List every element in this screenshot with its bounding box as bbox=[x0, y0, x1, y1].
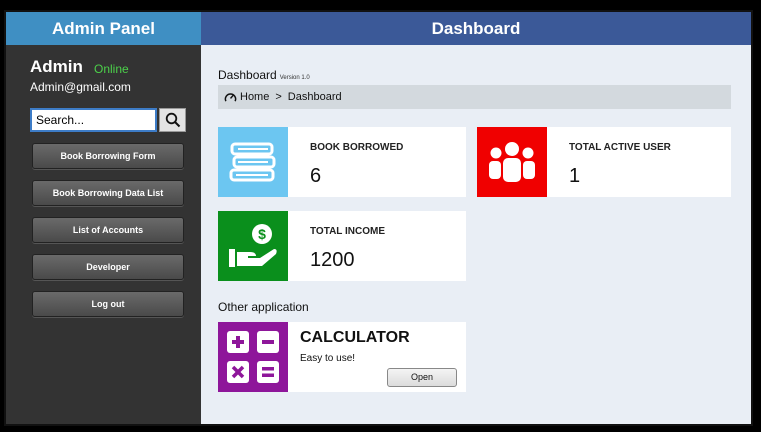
total-income-card: $ TOTAL INCOME 1200 bbox=[218, 211, 466, 281]
online-status: Online bbox=[94, 62, 129, 76]
sidebar: Admin Panel Admin Online Admin@gmail.com… bbox=[6, 12, 201, 424]
book-borrowing-data-list-button[interactable]: Book Borrowing Data List bbox=[32, 180, 184, 206]
calculator-icon-box bbox=[218, 322, 288, 392]
breadcrumb-current: Dashboard bbox=[287, 91, 342, 103]
breadcrumb: Home > Dashboard bbox=[218, 85, 731, 109]
calculator-title: CALCULATOR bbox=[300, 329, 410, 346]
dashboard-gauge-icon bbox=[224, 92, 237, 102]
book-borrowing-form-button[interactable]: Book Borrowing Form bbox=[32, 143, 184, 169]
calculator-app-card: CALCULATOR Easy to use! Open bbox=[218, 322, 466, 392]
book-borrowed-label: BOOK BORROWED bbox=[310, 142, 404, 153]
calculator-subtitle: Easy to use! bbox=[300, 353, 356, 364]
income-icon: $ bbox=[229, 224, 277, 267]
app-window: Admin Panel Admin Online Admin@gmail.com… bbox=[4, 10, 753, 426]
total-active-user-card: TOTAL ACTIVE USER 1 bbox=[477, 127, 731, 197]
breadcrumb-home-label: Home bbox=[240, 91, 270, 103]
total-income-icon-box: $ bbox=[218, 211, 288, 281]
user-name: Admin bbox=[30, 57, 83, 76]
version-label: Version 1.0 bbox=[279, 75, 310, 81]
breadcrumb-home[interactable]: Home bbox=[224, 91, 269, 104]
page-title-text: Dashboard bbox=[218, 68, 277, 82]
calculator-icon bbox=[227, 331, 279, 383]
total-active-user-value: 1 bbox=[569, 165, 581, 187]
list-of-accounts-button[interactable]: List of Accounts bbox=[32, 217, 184, 243]
search-input[interactable] bbox=[30, 108, 157, 132]
total-active-user-icon-box bbox=[477, 127, 547, 197]
other-application-heading: Other application bbox=[218, 300, 309, 314]
sidebar-title: Admin Panel bbox=[6, 12, 201, 45]
search-button[interactable] bbox=[159, 108, 186, 132]
books-icon bbox=[229, 142, 276, 182]
svg-text:$: $ bbox=[258, 226, 266, 242]
page-title: Dashboard Version 1.0 bbox=[218, 68, 310, 82]
user-email: Admin@gmail.com bbox=[30, 80, 131, 94]
book-borrowed-icon-box bbox=[218, 127, 288, 197]
logout-button[interactable]: Log out bbox=[32, 291, 184, 317]
total-income-label: TOTAL INCOME bbox=[310, 226, 385, 237]
book-borrowed-value: 6 bbox=[310, 165, 322, 187]
search-icon bbox=[165, 112, 180, 128]
book-borrowed-card: BOOK BORROWED 6 bbox=[218, 127, 466, 197]
total-active-user-label: TOTAL ACTIVE USER bbox=[569, 142, 671, 153]
open-calculator-button[interactable]: Open bbox=[387, 368, 457, 387]
total-income-value: 1200 bbox=[310, 249, 355, 271]
breadcrumb-separator: > bbox=[275, 91, 282, 103]
developer-button[interactable]: Developer bbox=[32, 254, 184, 280]
users-icon bbox=[489, 142, 535, 182]
header-title: Dashboard bbox=[201, 12, 751, 45]
